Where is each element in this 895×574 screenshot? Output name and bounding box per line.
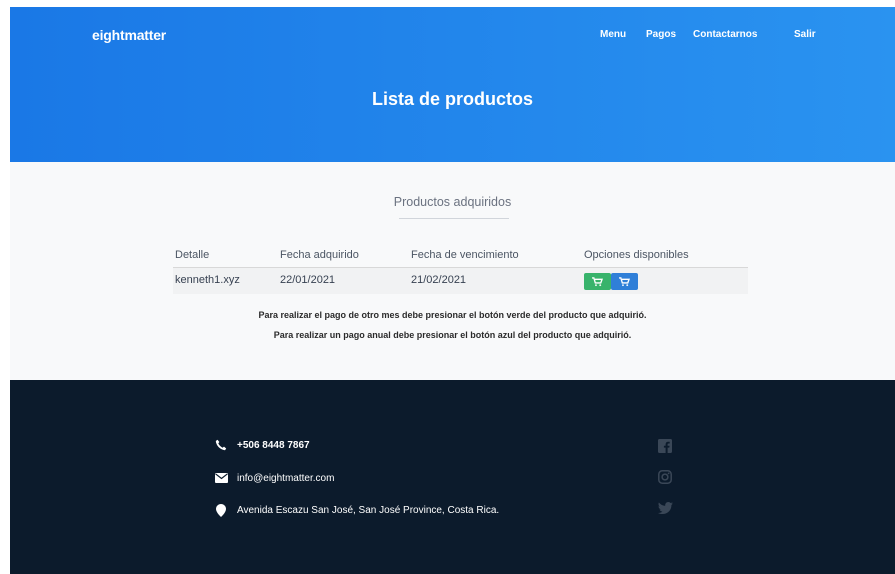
address-text: Avenida Escazu San José, San José Provin… (237, 504, 500, 516)
page-title: Lista de productos (371, 89, 533, 109)
brand-logo[interactable]: eightmatter (92, 27, 166, 43)
email-link[interactable]: info@eightmatter.com (237, 473, 334, 484)
pay-annual-button[interactable] (611, 273, 638, 290)
nav-pagos[interactable]: Pagos (646, 29, 676, 40)
title-divider (399, 218, 509, 219)
cell-detalle: kenneth1.xyz (175, 274, 240, 286)
cart-icon (592, 276, 603, 286)
column-header-fecha-adquirido: Fecha adquirido (280, 249, 359, 261)
nav-salir[interactable]: Salir (794, 29, 816, 40)
envelope-icon (214, 471, 228, 485)
phone-icon (214, 438, 228, 452)
contact-email: info@eightmatter.com (214, 471, 334, 485)
column-header-opciones: Opciones disponibles (584, 249, 689, 261)
hero-header: eightmatter Menu Pagos Contactarnos Sali… (10, 7, 895, 162)
instagram-icon[interactable] (657, 469, 673, 485)
footer: +506 8448 7867 info@eightmatter.com Aven… (10, 380, 895, 574)
nav-contactarnos[interactable]: Contactarnos (693, 29, 757, 40)
nav-menu[interactable]: Menu (600, 29, 626, 40)
cell-fecha-adquirido: 22/01/2021 (280, 274, 336, 286)
phone-text: +506 8448 7867 (237, 439, 310, 451)
column-header-fecha-vencimiento: Fecha de vencimiento (411, 249, 519, 261)
section-title: Productos adquiridos (393, 195, 512, 209)
facebook-icon[interactable] (657, 438, 673, 454)
cart-icon (619, 276, 630, 286)
main-content: Productos adquiridos Detalle Fecha adqui… (10, 162, 895, 380)
table-header: Detalle Fecha adquirido Fecha de vencimi… (173, 247, 748, 268)
note-monthly-payment: Para realizar el pago de otro mes debe p… (258, 310, 647, 320)
twitter-icon[interactable] (657, 500, 673, 516)
map-marker-icon (214, 503, 228, 517)
contact-address: Avenida Escazu San José, San José Provin… (214, 503, 499, 517)
column-header-detalle: Detalle (175, 249, 210, 261)
products-table: Detalle Fecha adquirido Fecha de vencimi… (173, 247, 748, 294)
cell-fecha-vencimiento: 21/02/2021 (411, 274, 467, 286)
note-annual-payment: Para realizar un pago anual debe presion… (273, 330, 632, 340)
table-row: kenneth1.xyz 22/01/2021 21/02/2021 (173, 268, 748, 294)
contact-phone: +506 8448 7867 (214, 438, 310, 452)
pay-monthly-button[interactable] (584, 273, 611, 290)
